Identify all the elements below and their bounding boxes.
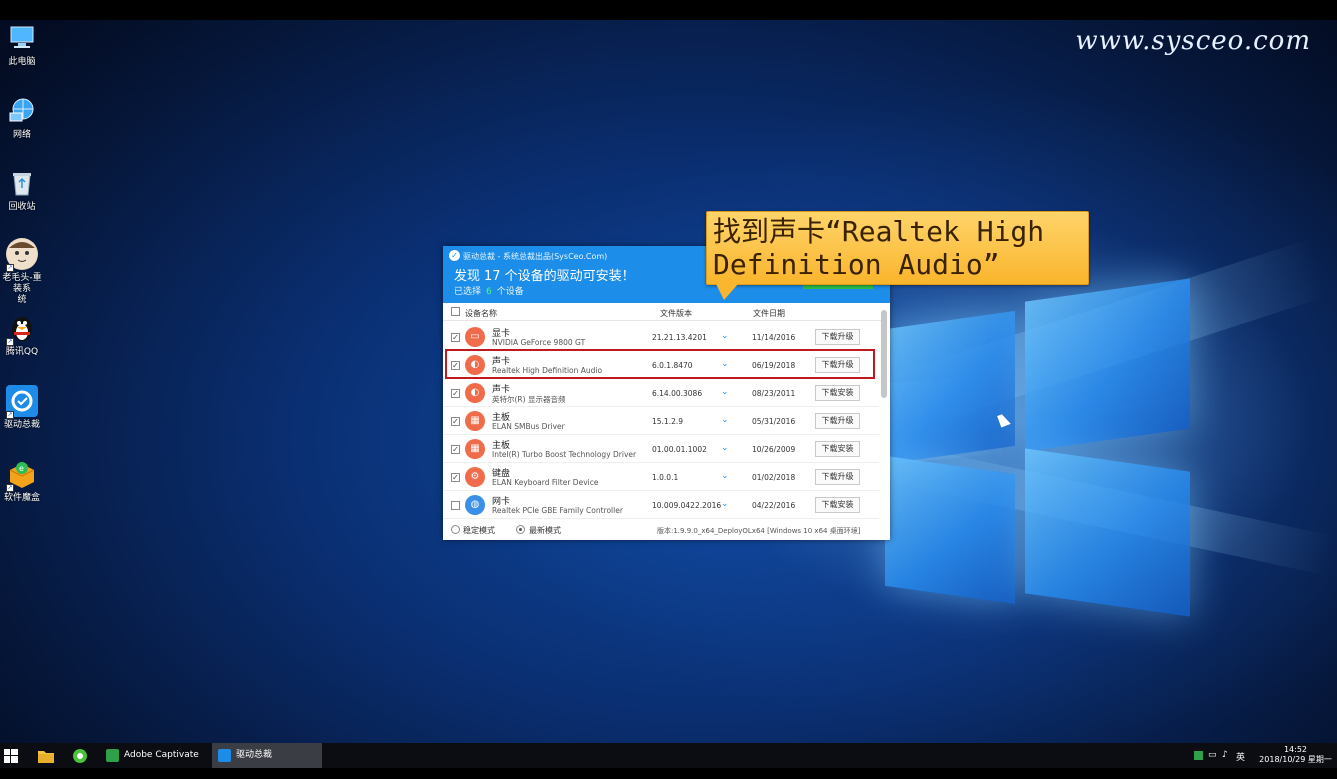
select-all-checkbox[interactable] xyxy=(451,307,460,316)
chevron-down-icon[interactable]: ⌄ xyxy=(721,331,729,341)
download-button[interactable]: 下载安装 xyxy=(815,385,860,401)
row-checkbox[interactable]: ✓ xyxy=(451,445,460,454)
desktop-icon-software-box[interactable]: e ↗ 软件魔盒 xyxy=(0,458,44,504)
driver-app-window: ✓ 驱动总裁 - 系统总裁出品(SysCeo.Com) 发现 17 个设备的驱动可安… xyxy=(443,246,890,540)
table-row[interactable]: ✓ ▭ 显卡 NVIDIA GeForce 9800 GT 21.21.13.4… xyxy=(443,323,879,351)
app-title: 驱动总裁 - 系统总裁出品(SysCeo.Com) xyxy=(463,252,608,261)
shortcut-arrow-icon: ↗ xyxy=(6,484,14,492)
download-button[interactable]: 下载升级 xyxy=(815,469,860,485)
computer-icon xyxy=(6,22,38,54)
file-explorer-button[interactable] xyxy=(38,743,56,768)
table-row[interactable]: ◍ 网卡 Realtek PCIe GBE Family Controller … xyxy=(443,491,879,519)
chevron-down-icon[interactable]: ⌄ xyxy=(721,471,729,481)
column-file-date: 文件日期 xyxy=(753,309,785,318)
selected-count: 已选择 6 个设备 xyxy=(454,287,524,297)
shortcut-arrow-icon: ↗ xyxy=(6,264,14,272)
chevron-down-icon[interactable]: ⌄ xyxy=(721,499,729,509)
row-checkbox[interactable]: ✓ xyxy=(451,333,460,342)
taskbar-app-captivate[interactable]: Adobe Captivate xyxy=(100,743,208,768)
software-box-icon: e ↗ xyxy=(6,458,38,492)
driver-icon xyxy=(218,749,231,762)
network-status-icon[interactable]: ▭ xyxy=(1208,750,1217,760)
column-header: 设备名称 文件版本 文件日期 xyxy=(443,303,883,321)
recycle-bin-icon xyxy=(6,167,38,199)
chevron-down-icon[interactable]: ⌄ xyxy=(721,415,729,425)
input-language[interactable]: 英 xyxy=(1236,750,1245,763)
callout-note: 找到声卡“Realtek High Definition Audio” xyxy=(706,211,1089,285)
app-logo-icon: ✓ xyxy=(449,250,460,261)
radio-latest-mode[interactable] xyxy=(516,525,525,534)
callout-text: 找到声卡“Realtek High Definition Audio” xyxy=(713,215,1045,281)
column-file-version: 文件版本 xyxy=(660,309,692,318)
app-footer: 稳定模式 最新模式 版本:1.9.9.0_x64_DeployOLx64 [Wi… xyxy=(443,520,890,540)
chevron-down-icon[interactable]: ⌄ xyxy=(721,387,729,397)
browser-icon xyxy=(73,749,87,763)
callout-pointer xyxy=(716,284,738,300)
taskbar: Adobe Captivate 驱动总裁 ▭ ♪ 英 14:52 2018/10… xyxy=(0,743,1337,768)
desktop-icon-reinstall[interactable]: ↗ 老毛头-重装系 统 xyxy=(0,238,44,306)
driver-icon: ↗ xyxy=(6,385,38,419)
start-button[interactable] xyxy=(4,743,20,768)
download-button[interactable]: 下载安装 xyxy=(815,441,860,457)
highlight-box xyxy=(445,349,875,379)
display-icon: ▭ xyxy=(465,327,485,347)
gear-icon: ⚙ xyxy=(465,467,485,487)
browser-button[interactable] xyxy=(72,743,90,768)
found-headline: 发现 17 个设备的驱动可安装！ xyxy=(454,269,635,284)
table-row[interactable]: ✓ ◐ 声卡 英特尔(R) 显示器音频 6.14.00.3086 ⌄ 08/23… xyxy=(443,379,879,407)
watermark: www.sysceo.com xyxy=(1075,26,1311,56)
desktop-icon-recycle-bin[interactable]: 回收站 xyxy=(0,167,44,213)
volume-icon[interactable]: ♪ xyxy=(1222,750,1228,760)
letterbox-bottom xyxy=(0,768,1337,779)
download-button[interactable]: 下载安装 xyxy=(815,497,860,513)
taskbar-app-driver[interactable]: 驱动总裁 xyxy=(212,743,322,768)
row-checkbox[interactable] xyxy=(451,501,460,510)
table-row[interactable]: ✓ ▦ 主板 Intel(R) Turbo Boost Technology D… xyxy=(443,435,879,463)
download-button[interactable]: 下载升级 xyxy=(815,329,860,345)
download-button[interactable]: 下载升级 xyxy=(815,413,860,429)
windows-logo xyxy=(885,278,1205,620)
windows-start-icon xyxy=(4,749,18,763)
row-checkbox[interactable]: ✓ xyxy=(451,473,460,482)
qq-penguin-icon: ↗ xyxy=(6,312,38,346)
globe-icon: ◍ xyxy=(465,495,485,515)
reinstall-icon: ↗ xyxy=(6,238,38,272)
radio-stable-mode[interactable] xyxy=(451,525,460,534)
row-checkbox[interactable]: ✓ xyxy=(451,389,460,398)
clock[interactable]: 14:52 2018/10/29 星期一 xyxy=(1258,743,1333,768)
network-icon xyxy=(6,95,38,127)
captivate-icon xyxy=(106,749,119,762)
table-row[interactable]: ✓ ⚙ 键盘 ELAN Keyboard Filter Device 1.0.0… xyxy=(443,463,879,491)
board-icon: ▦ xyxy=(465,411,485,431)
letterbox-top xyxy=(0,0,1337,20)
system-tray: ▭ ♪ 英 xyxy=(1192,743,1252,768)
tray-app-icon[interactable] xyxy=(1194,751,1203,760)
speaker-icon: ◐ xyxy=(465,383,485,403)
chevron-down-icon[interactable]: ⌄ xyxy=(721,443,729,453)
scrollbar[interactable] xyxy=(881,310,887,398)
shortcut-arrow-icon: ↗ xyxy=(6,338,14,346)
row-checkbox[interactable]: ✓ xyxy=(451,417,460,426)
desktop-icon-driver[interactable]: ↗ 驱动总裁 xyxy=(0,385,44,431)
svg-text:e: e xyxy=(19,464,24,473)
version-info: 版本:1.9.9.0_x64_DeployOLx64 [Windows 10 x… xyxy=(657,527,861,535)
table-row[interactable]: ✓ ▦ 主板 ELAN SMBus Driver 15.1.2.9 ⌄ 05/3… xyxy=(443,407,879,435)
column-device-name: 设备名称 xyxy=(465,309,497,318)
desktop-icon-qq[interactable]: ↗ 腾讯QQ xyxy=(0,312,44,358)
desktop-icon-network[interactable]: 网络 xyxy=(0,95,44,141)
desktop-icon-this-pc[interactable]: 此电脑 xyxy=(0,22,44,68)
shortcut-arrow-icon: ↗ xyxy=(6,411,14,419)
folder-icon xyxy=(38,751,54,763)
board-icon: ▦ xyxy=(465,439,485,459)
